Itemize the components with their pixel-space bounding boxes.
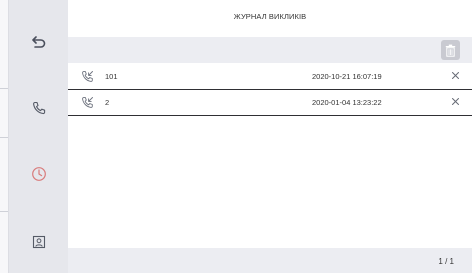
back-button[interactable] [9,22,68,62]
trash-icon [445,44,456,57]
footer: 1 / 1 [68,248,472,273]
call-datetime: 2020-10-21 16:07:19 [312,72,382,81]
incoming-call-icon [82,71,93,82]
page-indicator: 1 / 1 [438,257,454,266]
clock-icon [31,167,46,181]
close-icon[interactable] [451,71,460,80]
incoming-call-icon [82,97,93,108]
delete-all-button[interactable] [441,40,460,60]
call-number: 2 [105,98,110,107]
call-number: 101 [105,72,118,81]
sidebar [9,0,68,273]
row-divider [68,115,472,116]
contacts-button[interactable] [9,222,68,262]
list-item[interactable]: 2 2020-01-04 13:23:22 [68,90,472,114]
contacts-icon [32,235,45,249]
main-panel: ЖУРНАЛ ВИКЛИКІВ 101 2020-10-21 16:07:19 [68,0,472,273]
toolbar [68,37,472,63]
list-item[interactable]: 101 2020-10-21 16:07:19 [68,64,472,88]
back-arrow-icon [31,36,45,48]
call-datetime: 2020-01-04 13:23:22 [312,98,382,107]
phone-icon [32,101,45,115]
calls-button[interactable] [9,88,68,128]
page-title: ЖУРНАЛ ВИКЛИКІВ [233,12,307,21]
close-icon[interactable] [451,97,460,106]
call-log-button[interactable] [9,154,68,194]
call-log-screen: ЖУРНАЛ ВИКЛИКІВ 101 2020-10-21 16:07:19 [0,0,472,273]
background-panel-edge [0,0,9,273]
